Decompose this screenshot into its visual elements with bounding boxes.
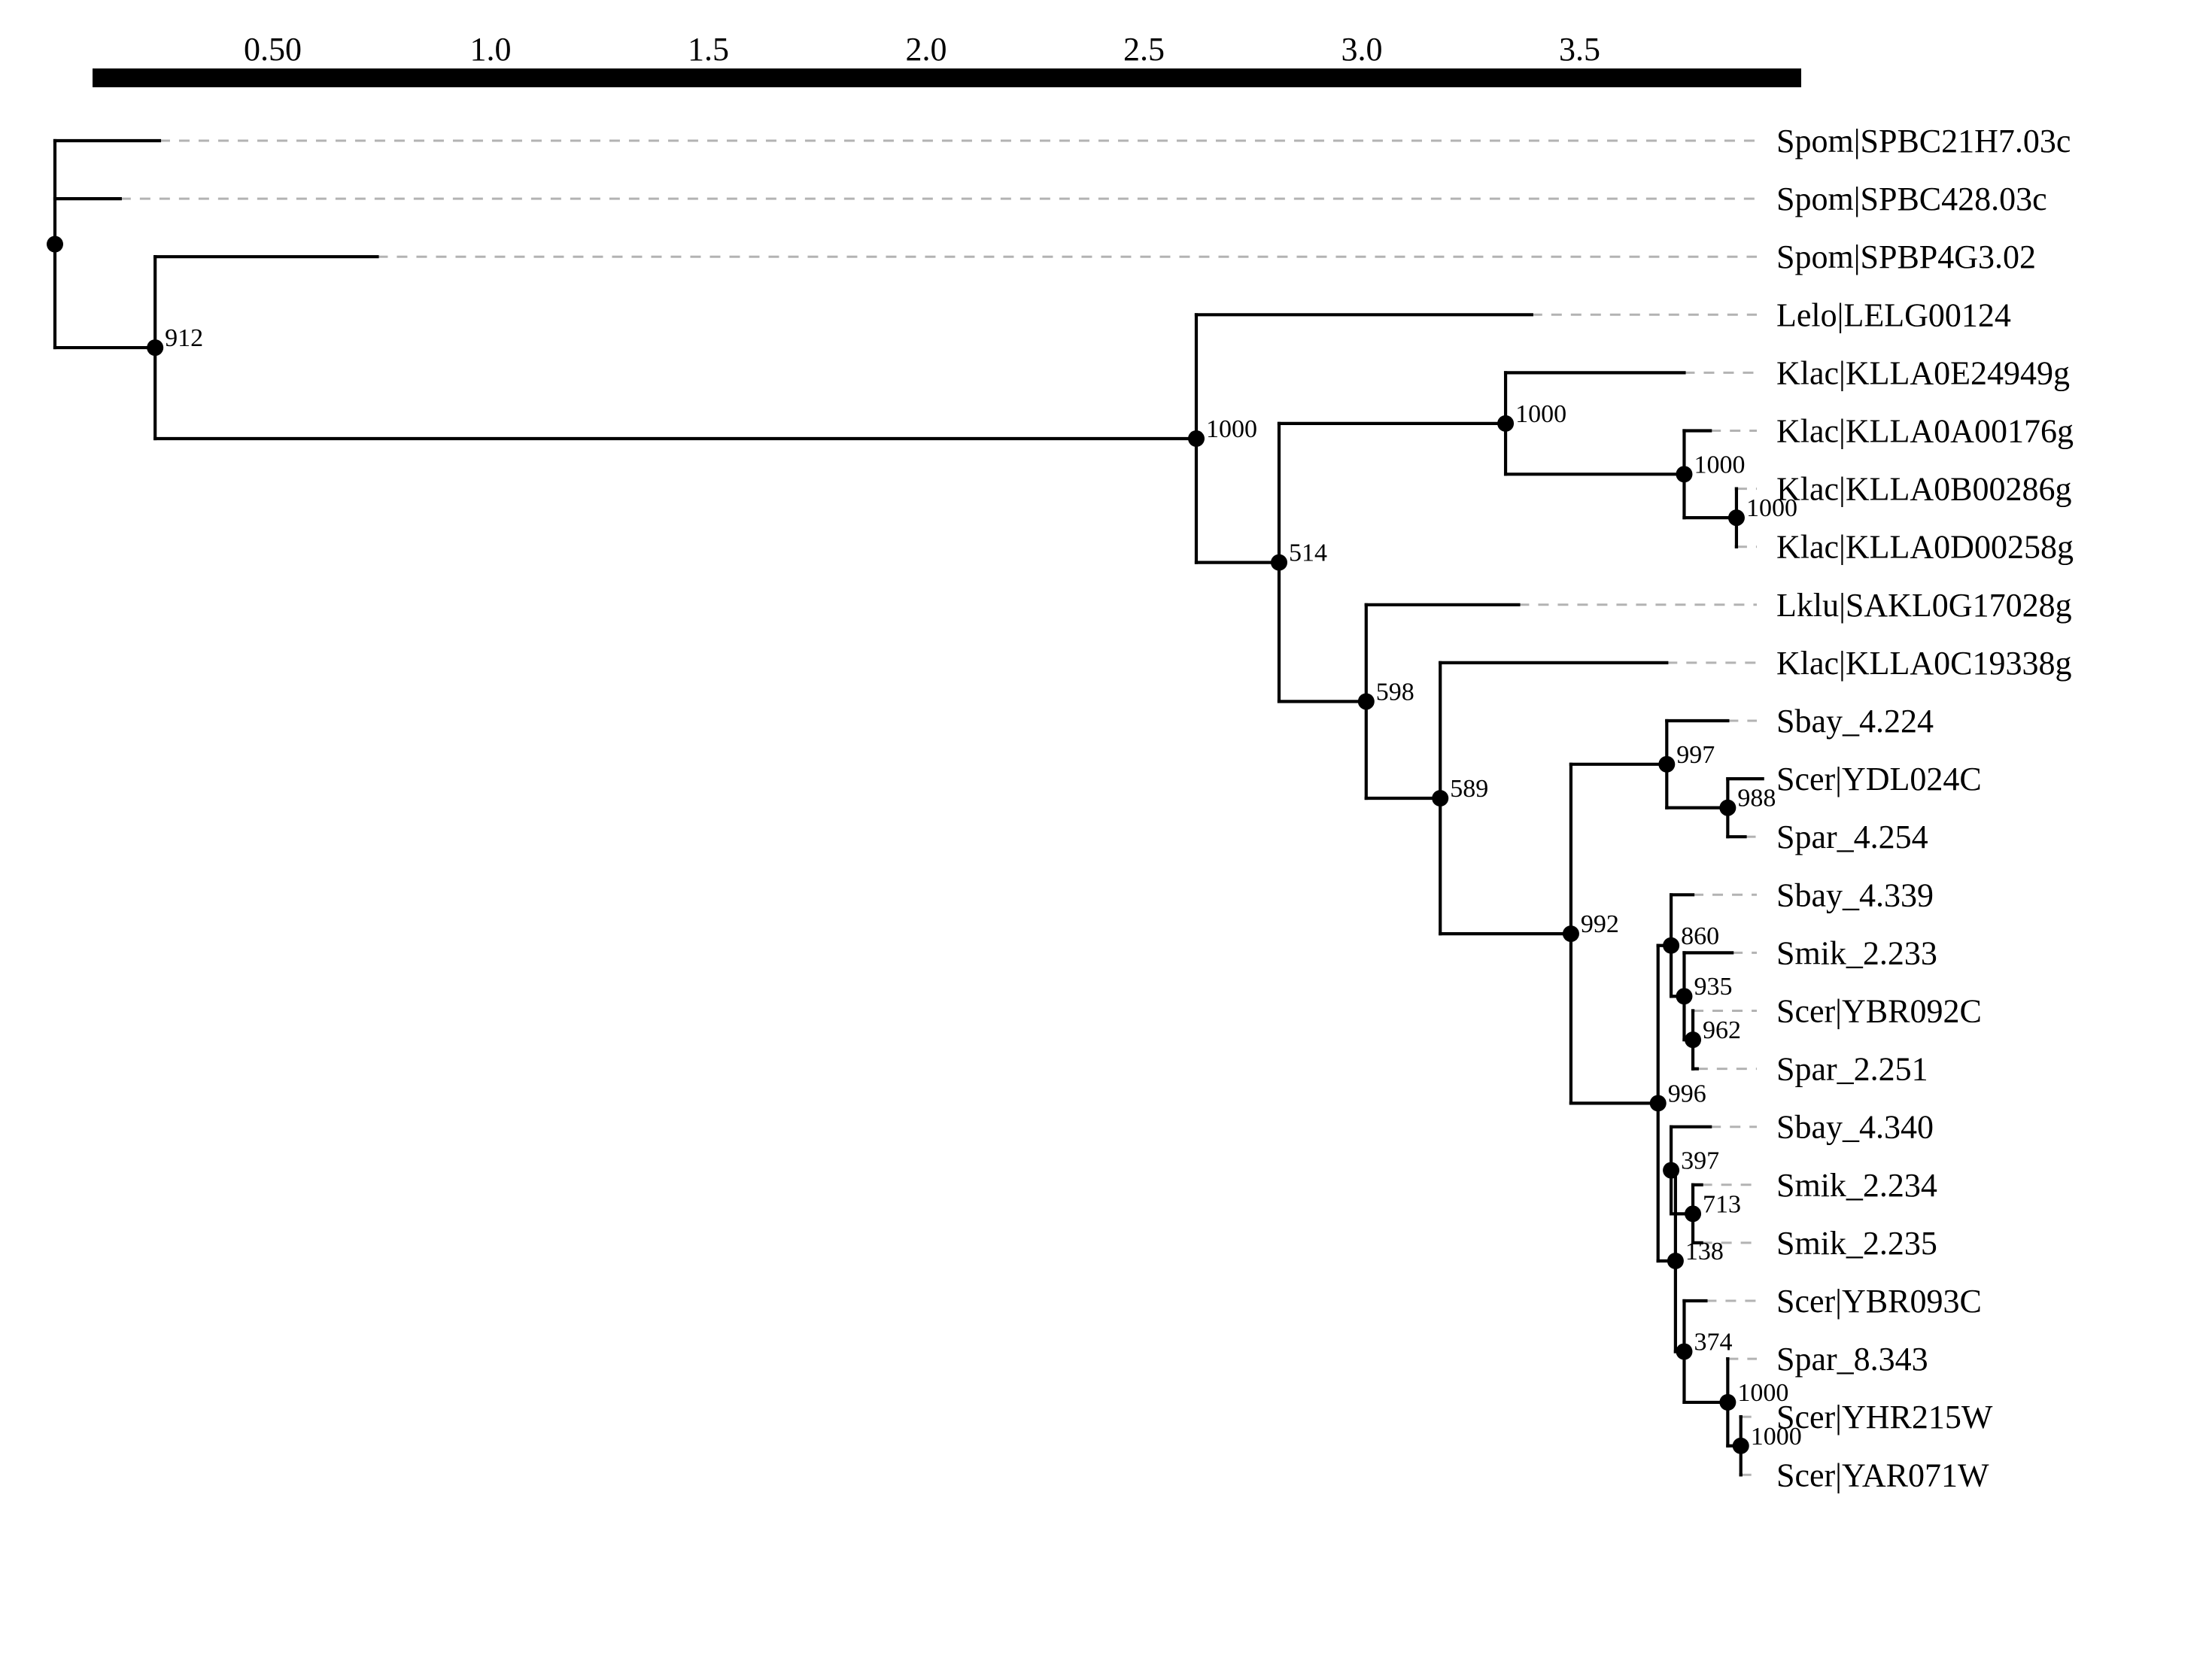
leaf-labels: Spom|SPBC21H7.03c Spom|SPBC428.03c Spom|SP… <box>1776 123 2074 1493</box>
leaf-label: Smik_2.233 <box>1776 934 1937 971</box>
leaf-guide-lines <box>120 139 1763 1476</box>
scale-bar <box>93 68 1801 87</box>
tree-node <box>1685 1205 1702 1223</box>
support-value: 988 <box>1737 785 1776 813</box>
leaf-label: Scer|YAR071W <box>1776 1457 1989 1493</box>
tree-node <box>1562 925 1579 943</box>
support-value: 1000 <box>1206 415 1257 443</box>
tree-branches <box>53 138 1764 1477</box>
leaf-label: Spar_2.251 <box>1776 1051 1928 1088</box>
leaf-label: Spom|SPBC21H7.03c <box>1776 123 2071 159</box>
scale-tick-label: 0.50 <box>244 31 302 68</box>
leaf-label: Scer|YBR092C <box>1776 993 1982 1030</box>
tree-node <box>1663 1162 1680 1179</box>
support-value: 589 <box>1450 775 1488 803</box>
support-value: 138 <box>1685 1238 1724 1265</box>
support-value: 962 <box>1703 1016 1741 1044</box>
support-value: 935 <box>1694 973 1732 1001</box>
leaf-label: Sbay_4.224 <box>1776 703 1934 740</box>
support-value: 860 <box>1681 922 1719 950</box>
leaf-label: Klac|KLLA0A00176g <box>1776 413 2074 450</box>
support-value: 514 <box>1289 539 1327 567</box>
internal-nodes <box>47 235 1749 1454</box>
tree-node <box>1649 1095 1667 1112</box>
support-value: 1000 <box>1515 400 1566 428</box>
support-value: 997 <box>1676 741 1715 769</box>
leaf-label: Sbay_4.339 <box>1776 876 1934 913</box>
support-value: 713 <box>1703 1190 1741 1218</box>
tree-node <box>1663 937 1680 954</box>
leaf-label: Klac|KLLA0C19338g <box>1776 645 2072 682</box>
phylogenetic-tree: 0.50 1.0 1.5 2.0 2.5 3.0 3.5 1000 1000 1000 988 99… <box>47 31 2074 1493</box>
leaf-label: Scer|YDL024C <box>1776 761 1982 797</box>
tree-node <box>1658 755 1676 773</box>
support-values: 1000100010009889979629358607133971000100… <box>165 324 1802 1451</box>
leaf-label: Spom|SPBP4G3.02 <box>1776 238 2036 275</box>
leaf-label: Scer|YHR215W <box>1776 1399 1993 1435</box>
support-value: 912 <box>165 324 203 352</box>
tree-node <box>1357 693 1375 710</box>
support-value: 397 <box>1681 1147 1719 1175</box>
tree-node <box>1432 790 1449 807</box>
leaf-label: Klac|KLLA0B00286g <box>1776 471 2072 508</box>
tree-node <box>1187 430 1205 447</box>
tree-node <box>1676 1343 1693 1360</box>
tree-node <box>1719 1393 1737 1411</box>
scale-tick-label: 3.5 <box>1559 31 1600 68</box>
tree-node <box>1497 415 1515 432</box>
leaf-label: Spar_8.343 <box>1776 1341 1928 1378</box>
leaf-label: Spom|SPBC428.03c <box>1776 181 2047 217</box>
tree-node <box>47 235 63 253</box>
tree-node <box>1676 988 1693 1005</box>
support-value: 996 <box>1668 1080 1706 1107</box>
leaf-label: Smik_2.234 <box>1776 1167 1937 1204</box>
support-value: 374 <box>1694 1328 1732 1356</box>
leaf-label: Lklu|SAKL0G17028g <box>1776 587 2072 624</box>
tree-node <box>147 339 164 357</box>
tree-node <box>1270 554 1287 571</box>
support-value: 992 <box>1581 910 1619 938</box>
leaf-label: Sbay_4.340 <box>1776 1109 1934 1146</box>
leaf-label: Klac|KLLA0E24949g <box>1776 354 2070 391</box>
scale-tick-label: 1.0 <box>470 31 512 68</box>
scale-tick-label: 2.5 <box>1123 31 1165 68</box>
leaf-label: Spar_4.254 <box>1776 819 1928 855</box>
tree-node <box>1676 466 1693 483</box>
tree-node <box>1719 799 1737 816</box>
tree-node <box>1685 1031 1702 1049</box>
scale-tick-label: 2.0 <box>906 31 947 68</box>
scale-tick-label: 1.5 <box>688 31 729 68</box>
scale-tick-label: 3.0 <box>1342 31 1383 68</box>
leaf-label: Klac|KLLA0D00258g <box>1776 529 2074 566</box>
tree-node <box>1732 1437 1749 1454</box>
support-value: 598 <box>1376 678 1414 706</box>
leaf-label: Scer|YBR093C <box>1776 1283 1982 1320</box>
leaf-label: Lelo|LELG00124 <box>1776 296 2011 333</box>
tree-node <box>1667 1252 1684 1269</box>
support-value: 1000 <box>1694 451 1745 478</box>
leaf-label: Smik_2.235 <box>1776 1225 1937 1262</box>
tree-node <box>1727 509 1745 527</box>
scale-tick-labels: 0.50 1.0 1.5 2.0 2.5 3.0 3.5 <box>244 31 1600 68</box>
